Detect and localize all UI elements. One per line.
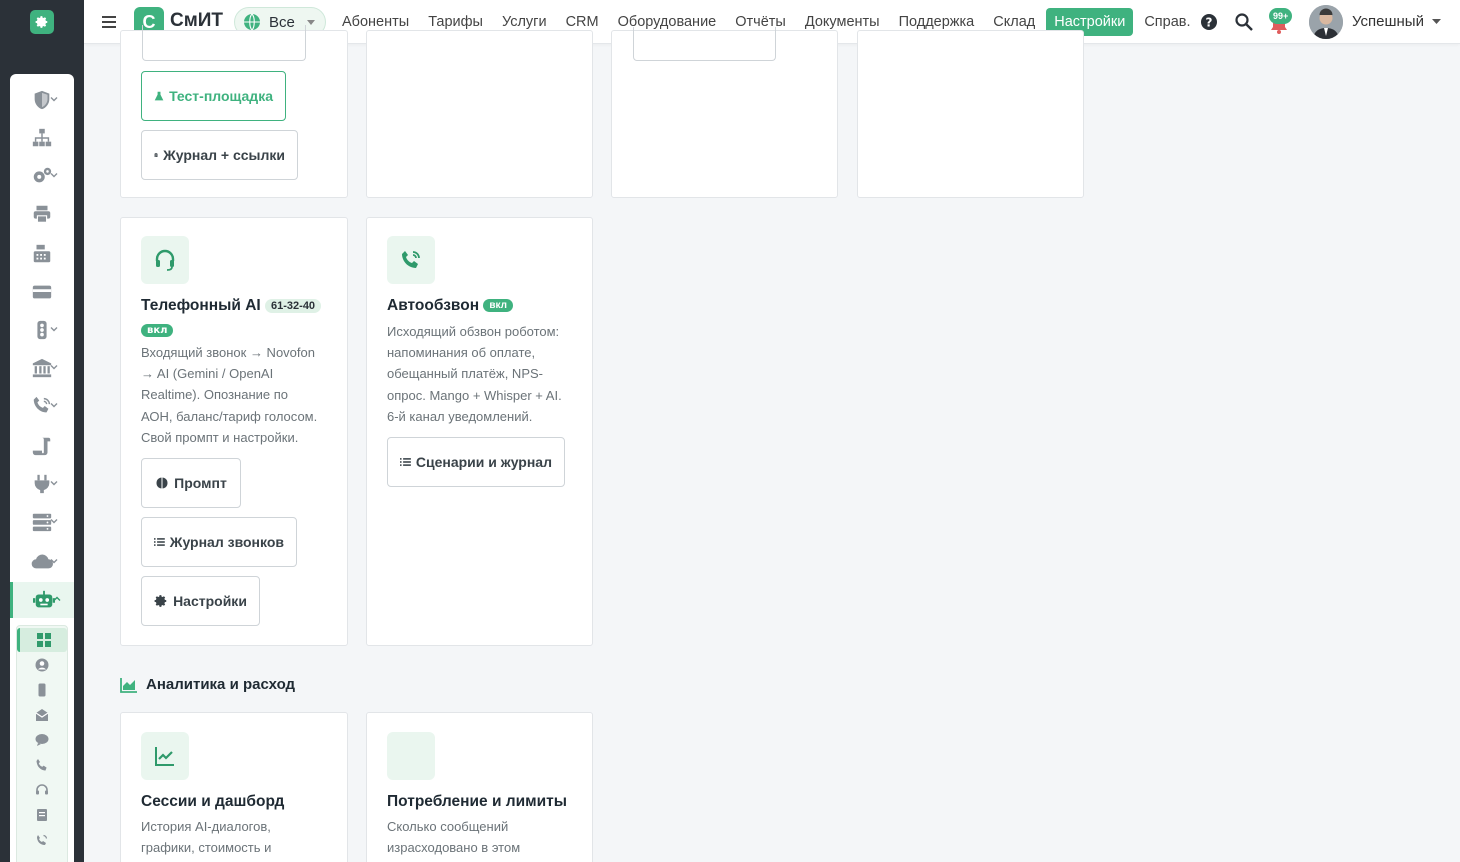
settings-logo-icon[interactable] xyxy=(30,10,54,34)
status-badge: вкл xyxy=(141,324,174,337)
printer-icon[interactable] xyxy=(10,196,74,232)
card-description: Сколько сообщений израсходовано в этом xyxy=(387,819,521,856)
chart-line-icon xyxy=(141,732,189,780)
book-icon[interactable] xyxy=(17,803,67,827)
card-title: Автообзвон вкл xyxy=(387,297,514,315)
dashboard-grid-icon[interactable] xyxy=(17,628,67,652)
phone-volume-icon[interactable] xyxy=(10,388,74,424)
user-circle-icon[interactable] xyxy=(17,653,67,677)
call-log-button[interactable]: Журнал звонков xyxy=(141,517,297,567)
phone-volume-icon xyxy=(387,236,435,284)
robot-icon[interactable] xyxy=(10,582,74,618)
chevron-down-icon[interactable] xyxy=(1432,19,1441,25)
cash-register-icon[interactable] xyxy=(10,236,74,272)
traffic-light-icon[interactable] xyxy=(10,312,74,348)
list-icon xyxy=(154,538,165,546)
comment-icon[interactable] xyxy=(17,728,67,752)
card-top-2 xyxy=(366,30,593,198)
card-sessions: Сессии и дашборд История AI-диалогов, гр… xyxy=(120,712,348,862)
card-test-platform: Тест-площадка Журнал + ссылки xyxy=(120,25,348,198)
card-title: Телефонный AI 61-32-40 xyxy=(141,297,322,315)
card-autocall: Автообзвон вкл Исходящий обзвон роботом:… xyxy=(366,217,593,646)
phone-number-badge: 61-32-40 xyxy=(265,298,322,313)
scroll-icon[interactable] xyxy=(10,428,74,464)
card-title: Потребление и лимиты xyxy=(387,793,567,810)
card-description: Входящий звонок → Novofon → AI (Gemini /… xyxy=(141,345,318,445)
left-sidebar xyxy=(0,0,84,862)
help-icon[interactable]: ? xyxy=(1199,12,1219,32)
card-top-4 xyxy=(857,30,1084,198)
test-platform-button[interactable]: Тест-площадка xyxy=(141,71,286,121)
previous-button-fragment[interactable] xyxy=(633,27,776,61)
card-description: История AI-диалогов, графики, стоимость … xyxy=(141,819,272,856)
bank-icon[interactable] xyxy=(10,350,74,386)
prompt-button[interactable]: Промпт xyxy=(141,458,241,508)
card-top-3 xyxy=(611,27,838,198)
sitemap-icon[interactable] xyxy=(10,120,74,156)
settings-button[interactable]: Настройки xyxy=(141,576,260,626)
journal-links-button[interactable]: Журнал + ссылки xyxy=(141,130,298,180)
flask-icon xyxy=(154,91,164,101)
list-icon xyxy=(400,458,411,466)
previous-button-fragment[interactable] xyxy=(142,25,306,61)
mobile-icon[interactable] xyxy=(17,678,67,702)
sidebar-menu-panel xyxy=(10,74,74,862)
card-description: Исходящий обзвон роботом: напоминания об… xyxy=(387,324,562,424)
cloud-icon[interactable] xyxy=(10,544,74,580)
avatar[interactable] xyxy=(1309,5,1343,39)
area-chart-icon xyxy=(120,677,137,693)
user-name[interactable]: Успешный xyxy=(1352,13,1424,30)
gear-icon xyxy=(154,595,167,607)
headset-icon[interactable] xyxy=(17,778,67,802)
chevron-down-icon xyxy=(307,20,315,25)
credit-card-icon[interactable] xyxy=(10,274,74,310)
notification-count: 99+ xyxy=(1269,8,1293,24)
phone-icon[interactable] xyxy=(17,753,67,777)
envelope-open-icon[interactable] xyxy=(17,703,67,727)
hamburger-menu-icon[interactable] xyxy=(100,12,120,32)
clipboard-icon xyxy=(154,153,158,158)
plug-icon[interactable] xyxy=(10,466,74,502)
usage-icon xyxy=(387,732,435,780)
scenarios-journal-button[interactable]: Сценарии и журнал xyxy=(387,437,565,487)
svg-text:?: ? xyxy=(1206,16,1213,30)
gears-icon[interactable] xyxy=(10,158,74,194)
section-analytics-heading: Аналитика и расход xyxy=(120,676,295,693)
brain-icon xyxy=(156,477,168,489)
card-title: Сессии и дашборд xyxy=(141,793,285,810)
card-usage: Потребление и лимиты Сколько сообщений и… xyxy=(366,712,593,862)
nav-reference[interactable]: Справ. xyxy=(1136,8,1198,36)
ai-submenu xyxy=(16,625,68,862)
shield-icon[interactable] xyxy=(10,82,74,118)
search-icon[interactable] xyxy=(1234,12,1254,32)
card-phone-ai: Телефонный AI 61-32-40 вкл Входящий звон… xyxy=(120,217,348,646)
server-icon[interactable] xyxy=(10,504,74,540)
status-badge: вкл xyxy=(483,299,514,313)
phone-volume-small-icon[interactable] xyxy=(17,828,67,852)
headset-icon xyxy=(141,236,189,284)
